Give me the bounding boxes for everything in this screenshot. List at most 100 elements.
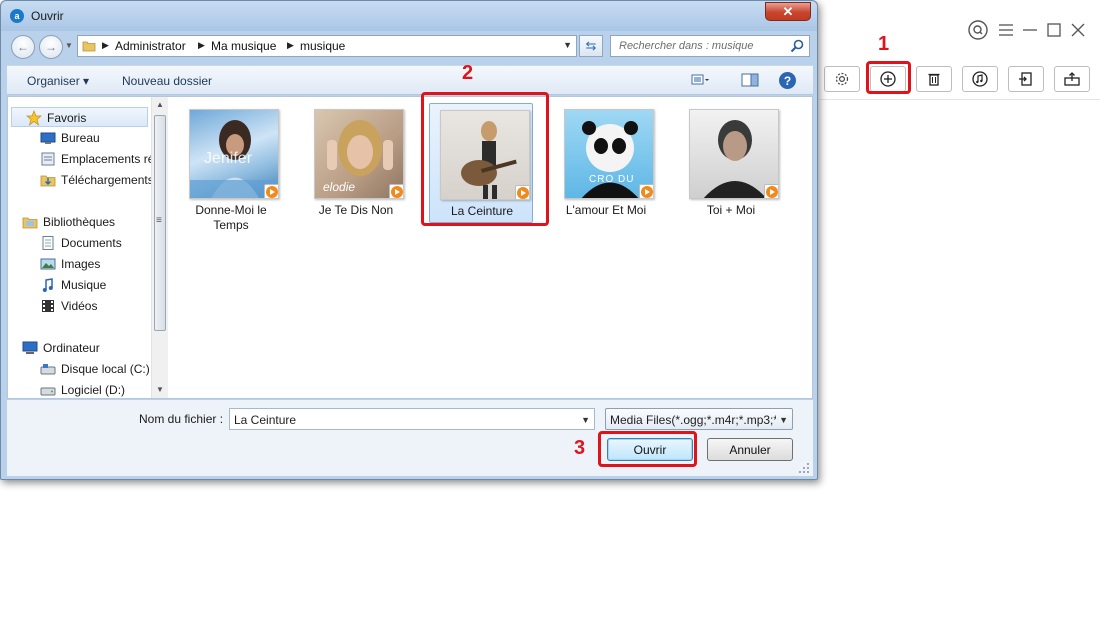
nav-videos[interactable]: Vidéos	[8, 296, 151, 316]
dialog-title-bar[interactable]: a Ouvrir ✕	[1, 1, 817, 31]
file-tile-donne-moi-le-temps[interactable]: Jenifer Donne-Moi le Temps	[179, 103, 283, 232]
resize-grip-icon[interactable]	[799, 463, 809, 473]
videos-icon	[42, 300, 54, 312]
album-cover-image: Jenifer	[189, 109, 279, 199]
ringtone-button[interactable]	[962, 66, 998, 92]
nav-documents[interactable]: Documents	[8, 233, 151, 253]
nav-musique[interactable]: Musique	[8, 275, 151, 295]
nav-logiciel-d[interactable]: Logiciel (D:)	[8, 380, 151, 400]
media-play-badge-icon	[389, 184, 403, 198]
import-button[interactable]	[1008, 66, 1044, 92]
chevron-down-icon: ▼	[779, 415, 788, 425]
app-maximize-icon[interactable]	[1044, 20, 1064, 40]
settings-button[interactable]	[824, 66, 860, 92]
callout-step-2: 2	[462, 62, 474, 84]
file-tile-toi-plus-moi[interactable]: Toi + Moi	[679, 103, 783, 223]
nav-telechargements[interactable]: Téléchargements	[8, 170, 151, 190]
back-button[interactable]: ←	[11, 35, 35, 59]
gear-icon	[835, 72, 849, 86]
dialog-title: Ouvrir	[31, 9, 64, 23]
album-cover-text: elodie	[323, 180, 356, 194]
music-circle-icon	[972, 71, 988, 87]
back-arrow-icon: ←	[17, 40, 29, 54]
music-note-icon	[42, 278, 53, 292]
breadcrumb-administrator[interactable]: Administrator	[115, 39, 186, 53]
change-view-icon[interactable]	[691, 72, 709, 88]
scroll-grip-icon: ≡	[156, 215, 162, 226]
filename-dropdown-icon[interactable]: ▼	[581, 415, 590, 425]
callout-step-3: 3	[574, 437, 586, 459]
address-dropdown-icon[interactable]: ▼	[563, 40, 572, 50]
scroll-down-arrow-icon[interactable]: ▼	[156, 385, 164, 394]
breadcrumb-arrow-icon[interactable]: ▶	[287, 40, 294, 51]
delete-button[interactable]	[916, 66, 952, 92]
organize-menu[interactable]: Organiser ▾	[27, 74, 89, 88]
highlight-add-button	[866, 61, 911, 94]
file-name: Donne-Moi le Temps	[195, 203, 267, 232]
dialog-content: Favoris Bureau Emplacements ré Télécharg…	[7, 96, 813, 399]
trash-icon	[928, 73, 940, 86]
refresh-button[interactable]: ⇆	[579, 35, 603, 57]
export-button[interactable]	[1054, 66, 1090, 92]
documents-icon	[42, 236, 54, 250]
file-type-filter-value: Media Files(*.ogg;*.m4r;*.mp3;*	[610, 413, 776, 427]
app-search-icon[interactable]	[968, 20, 988, 40]
filename-input[interactable]: La Ceinture ▼	[229, 408, 595, 430]
desktop-icon	[40, 132, 56, 144]
breadcrumb-ma-musique[interactable]: Ma musique	[211, 39, 276, 53]
nav-pane-scrollbar[interactable]: ▲ ≡ ▼	[151, 97, 168, 398]
highlight-selected-file	[421, 92, 549, 226]
search-placeholder: Rechercher dans : musique	[619, 40, 754, 52]
nav-images[interactable]: Images	[8, 254, 151, 274]
media-play-badge-icon	[764, 184, 778, 198]
downloads-folder-icon	[40, 175, 56, 187]
help-icon: ?	[783, 73, 792, 88]
folder-icon	[82, 41, 96, 52]
nav-bureau[interactable]: Bureau	[8, 128, 151, 148]
highlight-open-button	[598, 431, 697, 467]
app-menu-icon[interactable]	[996, 20, 1016, 40]
filename-value: La Ceinture	[234, 413, 297, 427]
nav-disque-local-c[interactable]: Disque local (C:)	[8, 359, 151, 379]
album-cover-text: CRO DU	[589, 174, 635, 185]
album-cover-image: elodie	[314, 109, 404, 199]
app-minimize-icon[interactable]	[1020, 20, 1040, 40]
help-button[interactable]: ?	[779, 72, 796, 89]
navigation-pane: Favoris Bureau Emplacements ré Télécharg…	[8, 97, 168, 398]
file-name: Toi + Moi	[706, 203, 756, 217]
media-play-badge-icon	[639, 184, 653, 198]
disk-drive-icon	[40, 387, 56, 396]
import-icon	[1019, 72, 1032, 86]
file-tile-je-te-dis-non[interactable]: elodie Je Te Dis Non	[304, 103, 408, 223]
computer-icon	[22, 341, 38, 354]
file-tile-l-amour-et-moi[interactable]: CRO DU L'amour Et Moi	[554, 103, 658, 223]
address-bar[interactable]: ▶ Administrator ▶ Ma musique ▶ musique ▼	[77, 35, 577, 57]
preview-pane-icon[interactable]	[741, 72, 759, 88]
navigation-row: ← → ▼ ▶ Administrator ▶ Ma musique ▶ mus…	[7, 32, 813, 62]
forward-button[interactable]: →	[39, 35, 63, 59]
breadcrumb-musique[interactable]: musique	[300, 39, 345, 53]
nav-emplacements-recents[interactable]: Emplacements ré	[8, 149, 151, 169]
search-icon[interactable]	[789, 38, 805, 54]
breadcrumb-arrow-icon[interactable]: ▶	[102, 40, 109, 51]
nav-favorites[interactable]: Favoris	[11, 107, 148, 127]
album-cover-text: Jenifer	[204, 150, 253, 167]
recent-locations-chevron-icon[interactable]: ▼	[65, 41, 73, 50]
file-name: L'amour Et Moi	[565, 203, 647, 217]
filename-label: Nom du fichier :	[139, 412, 224, 426]
callout-step-1: 1	[878, 33, 890, 55]
dialog-close-button[interactable]: ✕	[765, 2, 811, 21]
app-close-icon[interactable]	[1068, 20, 1088, 40]
app-logo-icon: a	[10, 9, 24, 23]
cancel-button[interactable]: Annuler	[707, 438, 793, 461]
file-type-filter-select[interactable]: Media Files(*.ogg;*.m4r;*.mp3;* ▼	[605, 408, 793, 430]
search-input[interactable]: Rechercher dans : musique	[610, 35, 810, 57]
toolbar-divider	[820, 99, 1100, 100]
new-folder-button[interactable]: Nouveau dossier	[122, 74, 212, 88]
breadcrumb-arrow-icon[interactable]: ▶	[198, 40, 205, 51]
nav-bibliotheques[interactable]: Bibliothèques	[8, 212, 151, 232]
star-icon	[26, 110, 42, 126]
album-cover-image: CRO DU	[564, 109, 654, 199]
nav-ordinateur[interactable]: Ordinateur	[8, 338, 151, 358]
scroll-up-arrow-icon[interactable]: ▲	[156, 100, 164, 109]
